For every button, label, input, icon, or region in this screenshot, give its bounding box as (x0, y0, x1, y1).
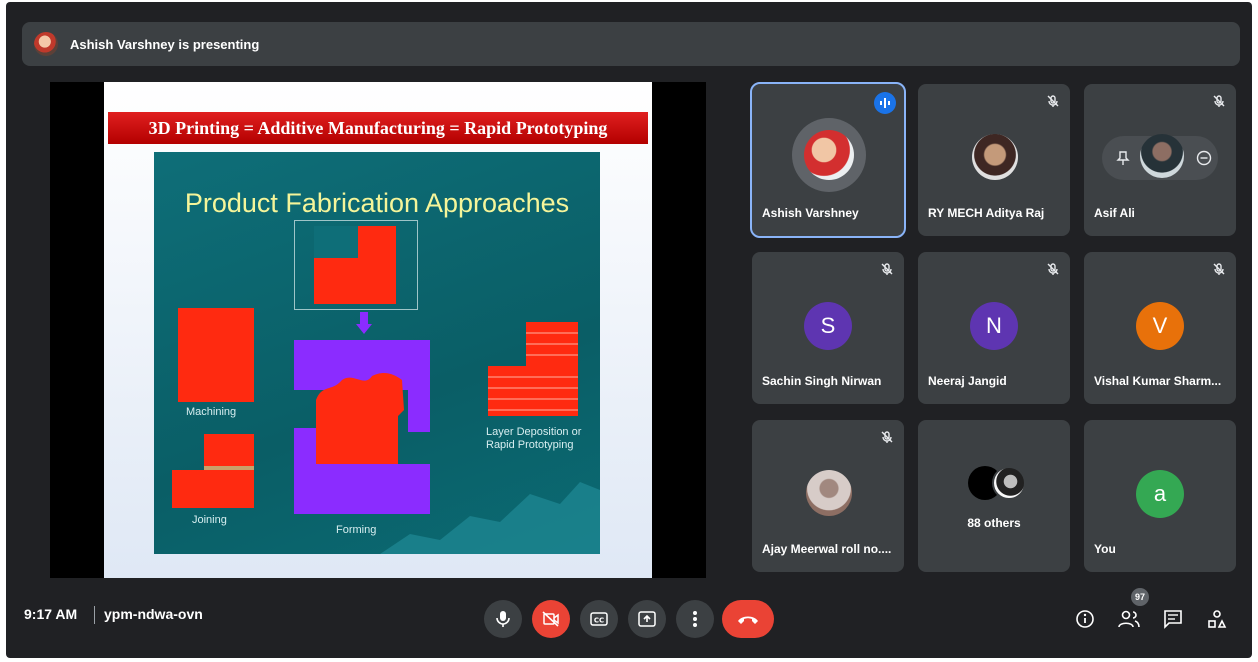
others-count: 88 others (967, 516, 1021, 530)
chat-icon (1164, 610, 1182, 629)
participant-name: Neeraj Jangid (928, 374, 1007, 388)
hang-up-icon (738, 616, 758, 624)
meeting-time: 9:17 AM (24, 606, 78, 622)
presentation-area[interactable]: 3D Printing = Additive Manufacturing = R… (50, 82, 706, 578)
avatar: a (1136, 470, 1184, 518)
mic-button[interactable] (484, 600, 522, 638)
people-icon (1118, 610, 1140, 628)
avatar-stack-2 (992, 466, 1026, 500)
joining-top-block (204, 434, 254, 466)
avatar (806, 470, 852, 516)
mic-off-icon (881, 431, 893, 443)
decorative-hills (380, 482, 600, 554)
participant-name: RY MECH Aditya Raj (928, 206, 1045, 220)
activities-button[interactable] (1204, 606, 1230, 632)
participant-tile-asif[interactable]: Asif Ali (1084, 84, 1236, 236)
captions-button[interactable]: CC (580, 600, 618, 638)
camera-off-button[interactable] (532, 600, 570, 638)
present-button[interactable] (628, 600, 666, 638)
meeting-details-button[interactable] (1072, 606, 1098, 632)
caption-layer-deposition: Layer Deposition or Rapid Prototyping (486, 426, 582, 451)
caption-machining: Machining (186, 406, 237, 418)
meet-window: Ashish Varshney is presenting 3D Printin… (6, 2, 1252, 658)
svg-text:CC: CC (594, 617, 604, 625)
participant-tile-you[interactable]: a You (1084, 420, 1236, 572)
avatar (972, 134, 1018, 180)
people-count-badge: 97 (1131, 588, 1149, 606)
participant-name: Vishal Kumar Sharm... (1094, 374, 1222, 388)
machining-block (178, 308, 254, 402)
participant-name: Ashish Varshney (762, 206, 859, 220)
chat-button[interactable] (1160, 606, 1186, 632)
arrow-head (356, 324, 372, 334)
slide: 3D Printing = Additive Manufacturing = R… (104, 82, 652, 578)
speaking-indicator-icon (874, 92, 896, 114)
mic-off-icon (1213, 263, 1225, 275)
presenting-banner: Ashish Varshney is presenting (22, 22, 1240, 66)
forming-die-right (408, 372, 430, 432)
info-icon (1076, 610, 1094, 628)
participant-name: Sachin Singh Nirwan (762, 374, 882, 388)
participant-tile-sachin[interactable]: S Sachin Singh Nirwan (752, 252, 904, 404)
formed-part (316, 373, 404, 464)
participant-name: Asif Ali (1094, 206, 1135, 220)
divider (94, 606, 95, 624)
meeting-code: ypm-ndwa-ovn (104, 606, 203, 622)
joining-bottom-block (172, 470, 254, 508)
participant-tile-aditya[interactable]: RY MECH Aditya Raj (918, 84, 1070, 236)
people-button[interactable] (1116, 606, 1142, 632)
captions-icon: CC (590, 612, 608, 626)
pin-icon[interactable] (1116, 150, 1130, 166)
participant-tile-ajay[interactable]: Ajay Meerwal roll no.... (752, 420, 904, 572)
avatar (1140, 134, 1184, 178)
participant-tile-ashish[interactable]: Ashish Varshney (750, 82, 906, 238)
remove-icon[interactable] (1196, 150, 1212, 166)
mic-off-icon (1047, 95, 1059, 107)
mic-off-icon (1047, 263, 1059, 275)
mic-off-icon (881, 263, 893, 275)
avatar: N (970, 302, 1018, 350)
participant-tile-others[interactable]: 88 others (918, 420, 1070, 572)
participant-name: Ajay Meerwal roll no.... (762, 542, 892, 556)
caption-joining: Joining (192, 514, 227, 526)
mic-icon (496, 611, 510, 627)
avatar: V (1136, 302, 1184, 350)
mic-off-icon (1213, 95, 1225, 107)
caption-forming: Forming (336, 524, 377, 536)
camera-off-icon (542, 611, 559, 627)
stock-notch (314, 226, 358, 258)
leave-call-button[interactable] (722, 600, 774, 638)
slide-title: 3D Printing = Additive Manufacturing = R… (108, 112, 648, 144)
slide-diagram: Product Fabrication Approaches Machining… (154, 152, 600, 554)
avatar (804, 130, 854, 180)
layer-lines (488, 332, 578, 411)
slide-heading: Product Fabrication Approaches (184, 188, 570, 218)
presenter-avatar (34, 32, 58, 56)
avatar: S (804, 302, 852, 350)
activities-icon (1208, 610, 1227, 628)
more-options-button[interactable] (676, 600, 714, 638)
presenting-text: Ashish Varshney is presenting (70, 36, 260, 52)
participant-tile-vishal[interactable]: V Vishal Kumar Sharm... (1084, 252, 1236, 404)
participant-name: You (1094, 542, 1116, 556)
participant-tile-neeraj[interactable]: N Neeraj Jangid (918, 252, 1070, 404)
present-icon (638, 611, 656, 627)
more-vert-icon (693, 611, 697, 627)
